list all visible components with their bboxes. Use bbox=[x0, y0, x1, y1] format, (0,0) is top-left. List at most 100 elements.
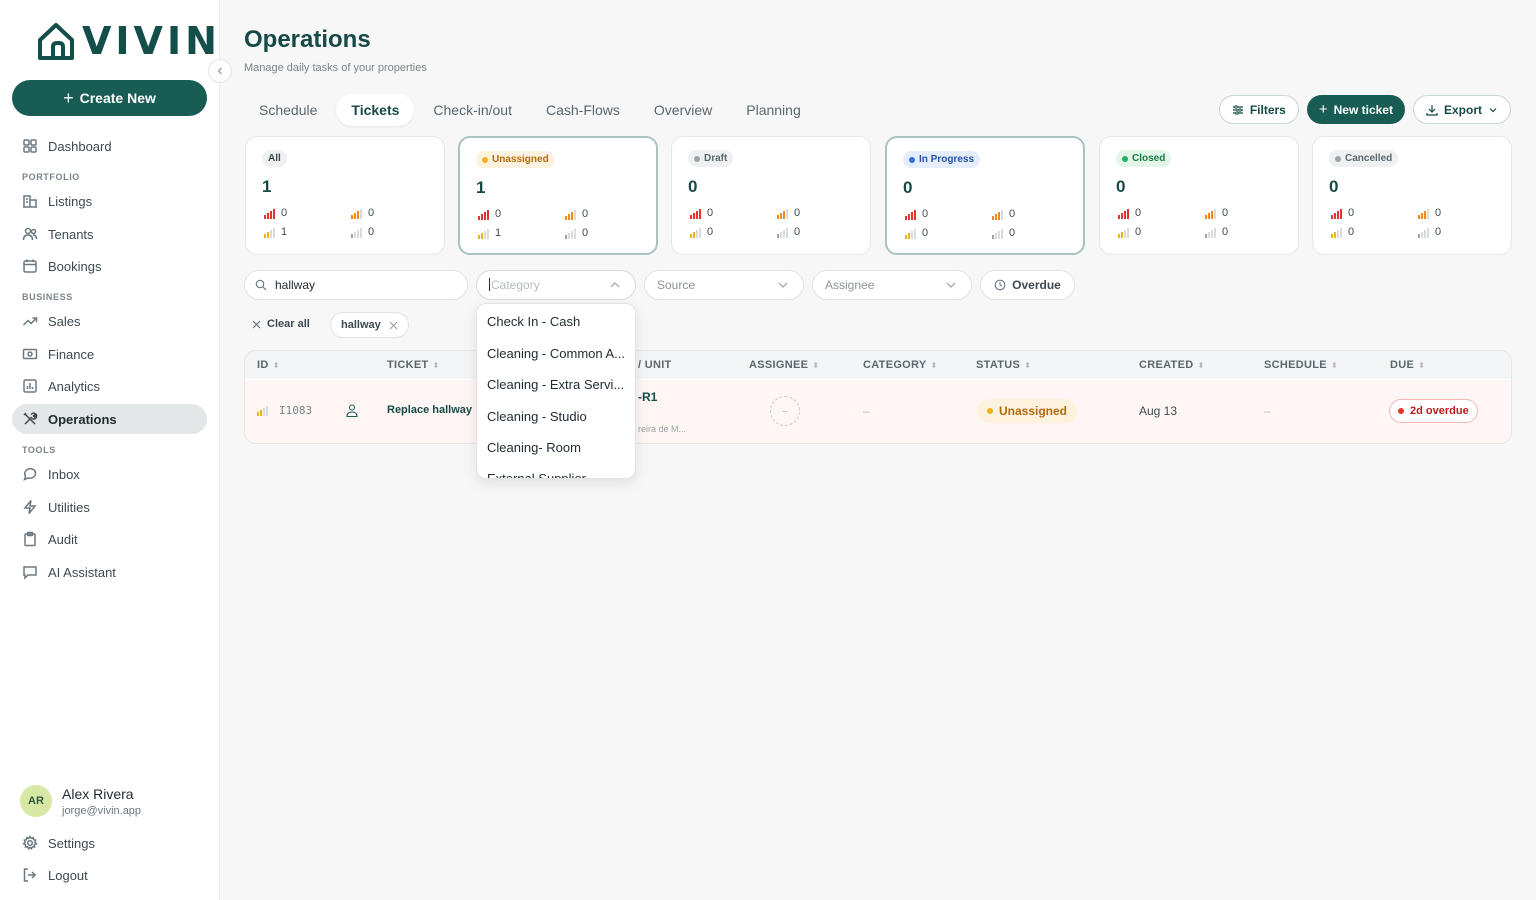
col-status[interactable]: STATUS ⬍ bbox=[976, 359, 1031, 371]
category-option[interactable]: External Supplier bbox=[487, 471, 629, 478]
sidebar-item-bookings[interactable]: Bookings bbox=[12, 251, 207, 281]
category-value: – bbox=[863, 404, 870, 418]
export-label: Export bbox=[1443, 102, 1482, 117]
priority-value: 0 bbox=[1435, 207, 1442, 219]
sidebar-item-logout[interactable]: Logout bbox=[12, 860, 207, 890]
col-ticket[interactable]: TICKET ⬍ bbox=[387, 359, 440, 371]
priority-low-icon bbox=[777, 227, 788, 238]
priority-urgent-icon bbox=[690, 208, 701, 219]
user-profile[interactable]: AR Alex Rivera jorge@vivin.app bbox=[20, 785, 141, 817]
priority-medium-icon bbox=[1331, 227, 1342, 238]
col-label: CATEGORY bbox=[863, 359, 927, 371]
ticket-title[interactable]: Replace hallway bbox=[387, 404, 472, 416]
category-option[interactable]: Check In - Cash bbox=[487, 314, 629, 329]
priority-urgent-icon bbox=[1331, 208, 1342, 219]
col-label: DUE bbox=[1390, 359, 1415, 371]
sidebar-item-operations[interactable]: Operations bbox=[12, 404, 207, 434]
sort-icon: ⬍ bbox=[1418, 360, 1426, 370]
unit-name[interactable]: -R1 bbox=[638, 390, 657, 404]
search-input[interactable] bbox=[275, 278, 445, 292]
sidebar-item-listings[interactable]: Listings bbox=[12, 186, 207, 216]
sidebar-item-label: Sales bbox=[48, 313, 81, 329]
chevron-down-icon bbox=[946, 282, 956, 288]
chevron-up-icon bbox=[610, 282, 620, 288]
clear-all-button[interactable]: Clear all bbox=[252, 318, 310, 330]
status-label: Cancelled bbox=[1345, 153, 1393, 164]
filters-label: Filters bbox=[1249, 102, 1286, 117]
sort-icon: ⬍ bbox=[1330, 360, 1338, 370]
filters-button[interactable]: Filters bbox=[1218, 95, 1299, 124]
collapse-sidebar-button[interactable] bbox=[208, 59, 232, 83]
sidebar-item-ai-assistant[interactable]: AI Assistant bbox=[12, 557, 207, 587]
sidebar-item-dashboard[interactable]: Dashboard bbox=[12, 131, 207, 161]
tab-cash-flows[interactable]: Cash-Flows bbox=[531, 94, 635, 126]
plus-icon: + bbox=[63, 87, 74, 108]
status-badge: Draft bbox=[688, 150, 734, 167]
sidebar-item-tenants[interactable]: Tenants bbox=[12, 219, 207, 249]
sidebar-item-label: Operations bbox=[48, 411, 117, 427]
col-schedule[interactable]: SCHEDULE ⬍ bbox=[1264, 359, 1338, 371]
sidebar-item-label: Audit bbox=[48, 531, 78, 547]
download-icon bbox=[1426, 104, 1438, 116]
status-badge: Unassigned bbox=[476, 151, 555, 168]
status-card-unassigned[interactable]: Unassigned 1 0 0 1 0 bbox=[458, 136, 658, 255]
sidebar-item-utilities[interactable]: Utilities bbox=[12, 492, 207, 522]
priority-medium-count: 0 bbox=[1118, 226, 1141, 238]
create-new-button[interactable]: + Create New bbox=[12, 80, 207, 116]
priority-value: 0 bbox=[1348, 226, 1355, 238]
tab-schedule[interactable]: Schedule bbox=[244, 94, 332, 126]
tab-check-in-out[interactable]: Check-in/out bbox=[418, 94, 527, 126]
export-button[interactable]: Export bbox=[1412, 95, 1511, 124]
tab-planning[interactable]: Planning bbox=[731, 94, 816, 126]
status-dot bbox=[694, 155, 700, 162]
status-card-draft[interactable]: Draft 0 0 0 0 0 bbox=[671, 136, 871, 255]
status-card-closed[interactable]: Closed 0 0 0 0 0 bbox=[1099, 136, 1299, 255]
status-count: 0 bbox=[903, 178, 913, 197]
new-ticket-button[interactable]: + New ticket bbox=[1306, 95, 1405, 124]
col-id[interactable]: ID ⬍ bbox=[257, 359, 280, 371]
status-card-all[interactable]: All 1 0 0 1 0 bbox=[245, 136, 445, 255]
category-option[interactable]: Cleaning - Studio bbox=[487, 409, 629, 424]
status-card-in-progress[interactable]: In Progress 0 0 0 0 0 bbox=[885, 136, 1085, 255]
table-row[interactable]: I1083 Replace hallway -R1 reira de M... … bbox=[245, 380, 1511, 443]
sidebar-item-analytics[interactable]: Analytics bbox=[12, 371, 207, 401]
search-box[interactable] bbox=[244, 270, 468, 300]
category-select[interactable]: Category bbox=[476, 270, 636, 300]
col-unit[interactable]: / UNIT bbox=[638, 359, 672, 371]
status-card-cancelled[interactable]: Cancelled 0 0 0 0 0 bbox=[1312, 136, 1512, 255]
category-option[interactable]: Cleaning- Room bbox=[487, 440, 629, 455]
priority-value: 0 bbox=[1222, 226, 1229, 238]
sidebar-item-inbox[interactable]: Inbox bbox=[12, 459, 207, 489]
tools-icon bbox=[23, 412, 38, 425]
sidebar-item-sales[interactable]: Sales bbox=[12, 306, 207, 336]
col-assignee[interactable]: ASSIGNEE ⬍ bbox=[749, 359, 819, 371]
overdue-toggle[interactable]: Overdue bbox=[980, 270, 1075, 300]
col-category[interactable]: CATEGORY ⬍ bbox=[863, 359, 938, 371]
sidebar-item-label: Bookings bbox=[48, 258, 102, 274]
sidebar-item-audit[interactable]: Audit bbox=[12, 524, 207, 554]
category-option[interactable]: Cleaning - Extra Servi... bbox=[487, 377, 629, 392]
col-label: STATUS bbox=[976, 359, 1021, 371]
chevron-left-icon bbox=[217, 67, 222, 75]
calendar-icon bbox=[23, 259, 37, 273]
close-icon[interactable] bbox=[389, 321, 398, 330]
assignee-placeholder-avatar[interactable]: – bbox=[770, 396, 800, 426]
sidebar-item-finance[interactable]: Finance bbox=[12, 339, 207, 369]
source-select[interactable]: Source bbox=[644, 270, 804, 300]
category-option[interactable]: Cleaning - Common A... bbox=[487, 346, 629, 361]
col-due[interactable]: DUE ⬍ bbox=[1390, 359, 1425, 371]
tab-tickets[interactable]: Tickets bbox=[336, 93, 415, 126]
priority-urgent-count: 0 bbox=[478, 208, 501, 220]
status-dot bbox=[909, 156, 915, 163]
tab-overview[interactable]: Overview bbox=[639, 94, 727, 126]
sort-icon: ⬍ bbox=[432, 360, 440, 370]
users-icon bbox=[22, 227, 38, 241]
house-logo-icon bbox=[38, 23, 74, 60]
col-label: TICKET bbox=[387, 359, 429, 371]
building-icon bbox=[23, 195, 37, 208]
assignee-select[interactable]: Assignee bbox=[812, 270, 972, 300]
sidebar-item-label: AI Assistant bbox=[48, 564, 116, 580]
sidebar-item-settings[interactable]: Settings bbox=[12, 828, 207, 858]
col-created[interactable]: CREATED ⬍ bbox=[1139, 359, 1204, 371]
logo[interactable]: VIVIN bbox=[36, 20, 221, 62]
